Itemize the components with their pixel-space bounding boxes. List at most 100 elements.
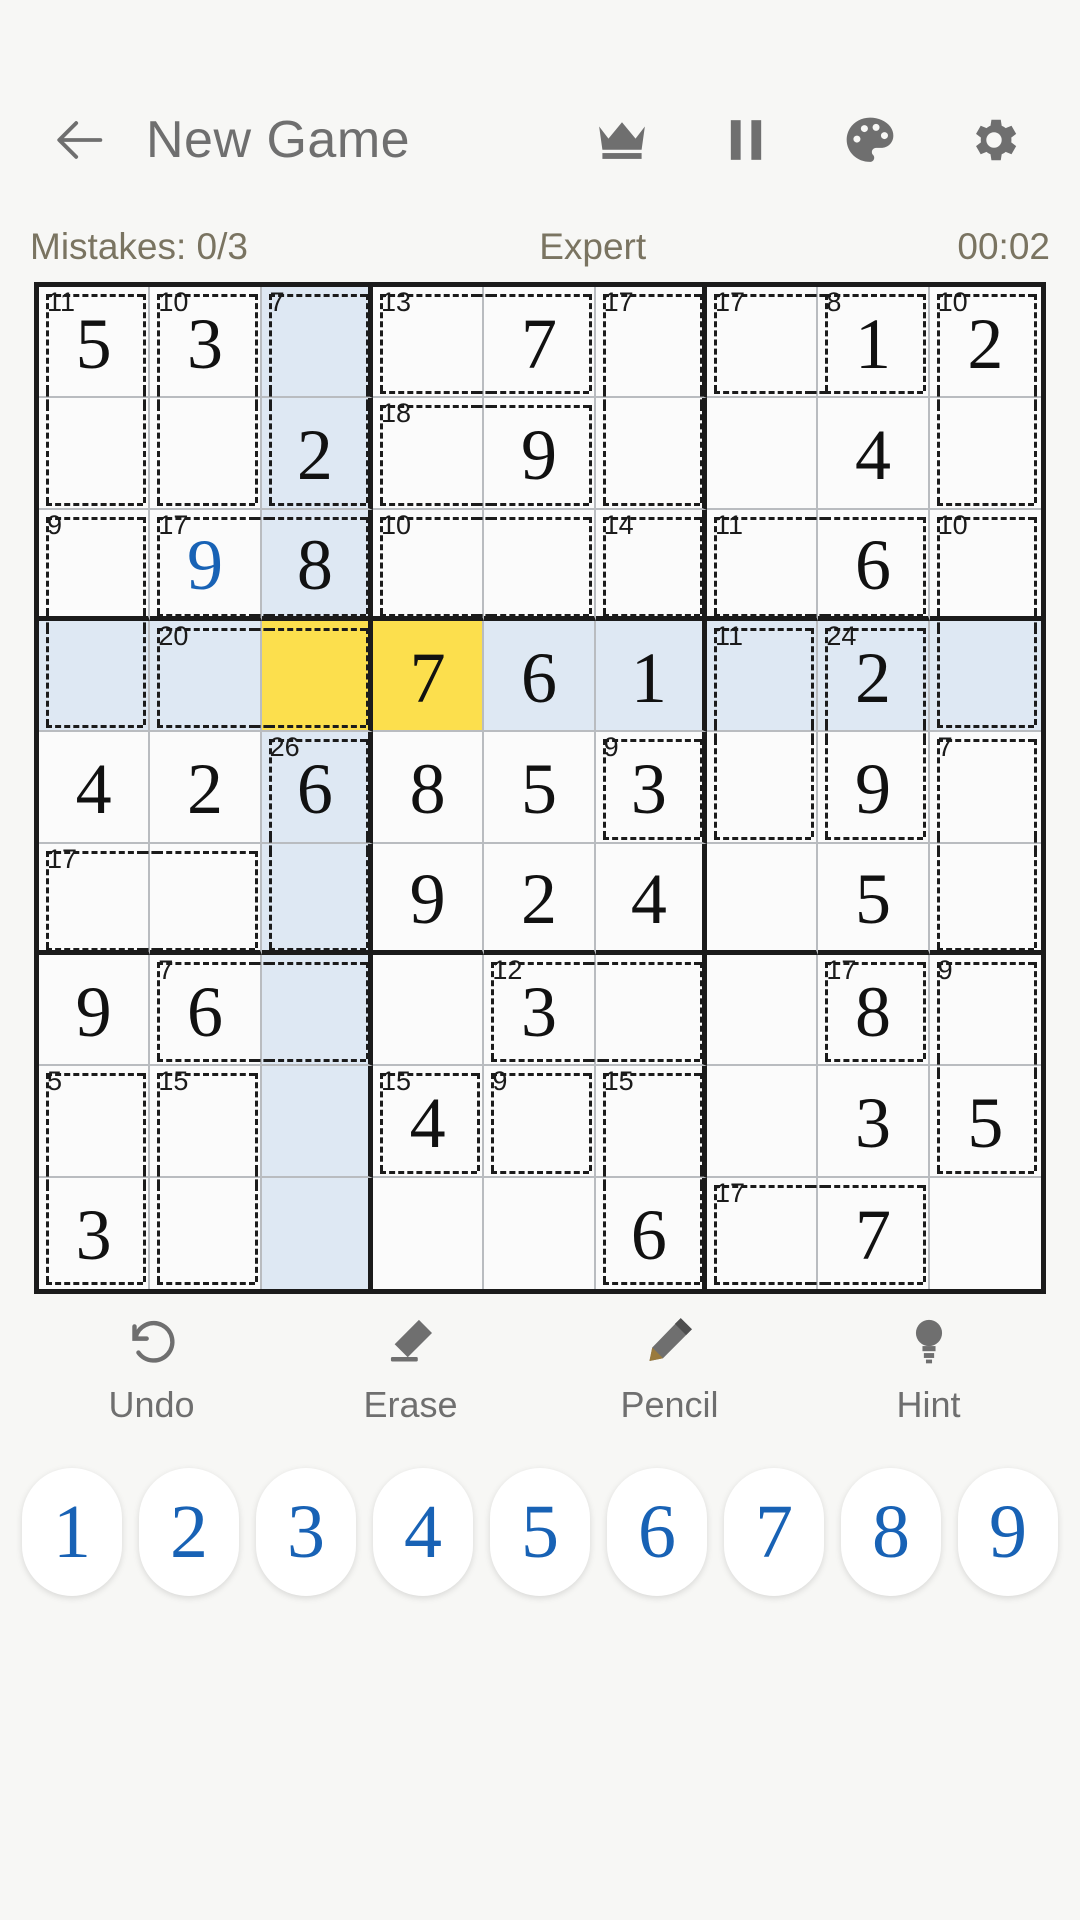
cell-r4-c8[interactable]: 24 2: [818, 621, 930, 733]
hint-button[interactable]: Hint: [799, 1312, 1058, 1426]
cell-r3-c5[interactable]: [484, 509, 596, 621]
cell-r6-c7[interactable]: [707, 843, 819, 955]
numpad-key-9[interactable]: 9: [958, 1468, 1058, 1596]
cell-r9-c3[interactable]: [261, 1177, 373, 1289]
numpad-key-7[interactable]: 7: [724, 1468, 824, 1596]
cell-r5-c1[interactable]: 4: [39, 732, 151, 844]
cell-r7-c5[interactable]: 12 3: [484, 955, 596, 1067]
cell-r6-c9[interactable]: [929, 844, 1041, 955]
cell-r3-c7[interactable]: 11: [707, 509, 819, 621]
cell-r9-c5[interactable]: [484, 1177, 596, 1289]
cell-r5-c7[interactable]: [707, 732, 819, 844]
cell-r8-c3[interactable]: [261, 1066, 373, 1178]
pencil-button[interactable]: Pencil: [540, 1312, 799, 1426]
cell-r9-c8[interactable]: 7: [818, 1177, 930, 1289]
cell-r9-c7[interactable]: 17: [707, 1177, 819, 1289]
cell-r1-c8[interactable]: 81: [818, 287, 930, 399]
cell-r5-c6[interactable]: 93: [595, 732, 707, 844]
cell-r2-c1[interactable]: [39, 398, 151, 510]
erase-button[interactable]: Erase: [281, 1312, 540, 1426]
numpad-key-1[interactable]: 1: [22, 1468, 122, 1596]
undo-button[interactable]: Undo: [22, 1312, 281, 1426]
pause-icon[interactable]: [718, 112, 774, 168]
crown-icon[interactable]: [594, 112, 650, 168]
cell-r2-c6[interactable]: [595, 398, 707, 510]
cell-r7-c3[interactable]: [261, 955, 373, 1067]
numpad-key-2[interactable]: 2: [139, 1468, 239, 1596]
cell-r1-c5[interactable]: 7: [484, 287, 596, 399]
cell-r1-c4[interactable]: 13: [373, 287, 485, 399]
cell-r1-c2[interactable]: 10 3: [150, 287, 262, 399]
cell-r5-c3[interactable]: 26 6: [261, 732, 373, 844]
cell-r9-c9[interactable]: [930, 1178, 1041, 1289]
cell-r4-c6[interactable]: 1: [595, 621, 707, 733]
cell-r9-c4[interactable]: [373, 1177, 485, 1289]
cell-r3-c3[interactable]: 8: [261, 509, 373, 621]
cell-r8-c1[interactable]: 5: [39, 1066, 151, 1178]
cell-r7-c1[interactable]: 9: [39, 955, 151, 1067]
cell-r3-c2[interactable]: 17 9: [150, 509, 262, 621]
cell-r8-c4[interactable]: 15 4: [373, 1066, 485, 1178]
cell-r1-c3[interactable]: 7: [261, 287, 373, 399]
cell-r2-c5[interactable]: 9: [484, 398, 596, 510]
cell-r5-c9[interactable]: 7: [929, 732, 1041, 844]
cell-r7-c8[interactable]: 17 8: [818, 955, 930, 1067]
cell-r4-c5[interactable]: 6: [484, 621, 596, 733]
numpad-key-6[interactable]: 6: [607, 1468, 707, 1596]
cell-r2-c4[interactable]: 18: [373, 398, 485, 510]
cell-r6-c2[interactable]: [150, 843, 262, 955]
cell-r9-c6[interactable]: 6: [596, 1177, 707, 1289]
cell-r2-c7[interactable]: [707, 398, 819, 510]
cell-r1-c6[interactable]: 17: [595, 287, 707, 399]
cell-r8-c7[interactable]: [707, 1066, 819, 1178]
cell-r6-c1[interactable]: 17: [39, 843, 151, 955]
cell-r8-c6[interactable]: 15: [595, 1066, 707, 1178]
cell-r6-c3[interactable]: [261, 843, 373, 955]
numpad-key-4[interactable]: 4: [373, 1468, 473, 1596]
cell-r9-c1[interactable]: 3: [39, 1177, 151, 1289]
sudoku-board[interactable]: 11 5 10 3 7 13 7 17 17 8 1 10 2 2 18 9 4 9 17 9 8 10 14 11 6 10 20…: [34, 282, 1046, 1294]
cell-r5-c4[interactable]: 8: [373, 732, 485, 844]
cell-r6-c5[interactable]: 2: [484, 843, 596, 955]
cell-r4-c3[interactable]: [261, 621, 373, 733]
cell-r4-c4[interactable]: 7: [373, 621, 485, 733]
cell-r8-c2[interactable]: 15: [150, 1066, 262, 1178]
palette-icon[interactable]: [842, 112, 898, 168]
cell-r9-c2[interactable]: [150, 1177, 262, 1289]
cell-r1-c9[interactable]: 10 2: [929, 287, 1041, 399]
numpad-key-8[interactable]: 8: [841, 1468, 941, 1596]
cell-r7-c4[interactable]: [373, 955, 485, 1067]
cell-r6-c8[interactable]: 5: [818, 843, 930, 955]
cell-r5-c5[interactable]: 5: [484, 732, 596, 844]
cell-r4-c2[interactable]: 20: [150, 621, 262, 733]
cell-r4-c1[interactable]: [39, 621, 151, 733]
cell-r3-c1[interactable]: 9: [39, 509, 151, 621]
cell-r4-c7[interactable]: 11: [707, 621, 819, 733]
cell-r3-c9[interactable]: 10: [929, 510, 1041, 621]
cell-r6-c4[interactable]: 9: [373, 843, 485, 955]
cell-r3-c8[interactable]: 6: [818, 509, 930, 621]
cell-r8-c5[interactable]: 9: [484, 1066, 596, 1178]
cell-r2-c3[interactable]: 2: [261, 398, 373, 510]
cell-r2-c9[interactable]: [929, 398, 1041, 510]
cell-r5-c2[interactable]: 2: [150, 732, 262, 844]
cell-r3-c6[interactable]: 14: [595, 509, 707, 621]
cell-r4-c9[interactable]: [929, 621, 1041, 733]
cell-r7-c9[interactable]: 9: [929, 955, 1041, 1067]
cell-r1-c1[interactable]: 11 5: [39, 287, 151, 399]
gear-icon[interactable]: [966, 112, 1022, 168]
cell-r7-c2[interactable]: 76: [150, 955, 262, 1067]
cell-r5-c8[interactable]: 9: [818, 732, 930, 844]
numpad-key-3[interactable]: 3: [256, 1468, 356, 1596]
cell-r1-c7[interactable]: 17: [707, 287, 819, 399]
cell-r8-c8[interactable]: 3: [818, 1066, 930, 1178]
cell-r8-c9[interactable]: 5: [929, 1066, 1041, 1178]
cell-r2-c8[interactable]: 4: [818, 398, 930, 510]
back-arrow-icon[interactable]: [52, 111, 110, 169]
cell-r3-c4[interactable]: 10: [373, 509, 485, 621]
cell-r7-c6[interactable]: [595, 955, 707, 1067]
cell-r6-c6[interactable]: 4: [595, 843, 707, 955]
numpad-key-5[interactable]: 5: [490, 1468, 590, 1596]
cell-r2-c2[interactable]: [150, 398, 262, 510]
cell-r7-c7[interactable]: [707, 955, 819, 1067]
